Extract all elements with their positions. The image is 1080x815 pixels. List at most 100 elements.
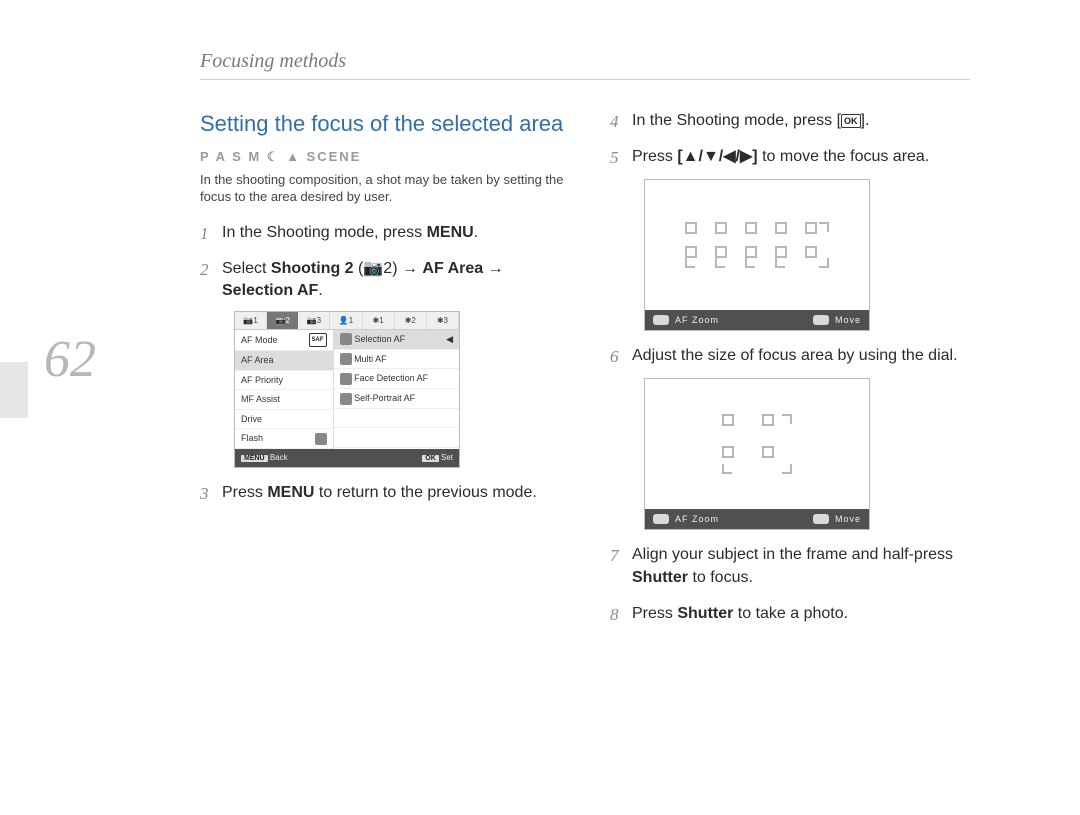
menu-back-label: Back	[268, 453, 288, 462]
menu-item: MF Assist	[235, 390, 333, 410]
move-label: Move	[835, 314, 861, 327]
live-footer: AF Zoom Move	[645, 310, 869, 331]
step-text: Align your subject in the frame and half…	[632, 546, 953, 563]
step-text: Select	[222, 260, 271, 277]
menu-item: Drive	[235, 410, 333, 430]
af-focus-brackets	[685, 222, 829, 268]
step-bold: MENU	[427, 224, 474, 241]
step-bold: Shutter	[632, 569, 688, 586]
step-4: In the Shooting mode, press [OK].	[610, 110, 980, 132]
steps-right: In the Shooting mode, press [OK]. Press …	[610, 110, 980, 626]
menu-left-column: AF Mode SAF AF Area AF Priority MF Assis…	[235, 330, 334, 449]
step-6: Adjust the size of focus area by using t…	[610, 345, 980, 530]
live-canvas	[645, 379, 869, 509]
menu-tab: ✱3	[427, 312, 459, 329]
right-column: In the Shooting mode, press [OK]. Press …	[610, 110, 980, 640]
step-text: In the Shooting mode, press [	[632, 112, 841, 129]
saf-icon: SAF	[309, 333, 327, 347]
step-text: →	[483, 260, 503, 277]
step-text: Press	[222, 484, 267, 501]
menu-item-label: Self-Portrait AF	[354, 393, 415, 403]
manual-page: 62 Focusing methods Setting the focus of…	[0, 0, 1080, 815]
step-text: Adjust the size of focus area by using t…	[632, 347, 958, 364]
step-bold: Shutter	[677, 605, 733, 622]
step-7: Align your subject in the frame and half…	[610, 544, 980, 589]
step-3: Press MENU to return to the previous mod…	[200, 482, 570, 504]
menu-tab: ✱2	[395, 312, 427, 329]
step-text: .	[318, 282, 322, 299]
step-text: to move the focus area.	[758, 148, 930, 165]
menu-tab: 📷3	[298, 312, 330, 329]
menu-tab: ✱1	[363, 312, 395, 329]
menu-tab: 📷1	[235, 312, 267, 329]
af-icon	[340, 353, 352, 365]
check-icon: ◀	[446, 333, 453, 346]
step-text: to return to the previous mode.	[314, 484, 536, 501]
page-title: Setting the focus of the selected area	[200, 110, 570, 139]
menu-item-label: Multi AF	[354, 354, 387, 364]
section-header: Focusing methods	[200, 50, 970, 80]
camera-icon: 📷2	[363, 260, 392, 277]
menu-item-label: Flash	[241, 432, 263, 445]
menu-ok-button-icon: OK	[422, 455, 439, 462]
menu-item-label: Face Detection AF	[354, 373, 428, 383]
menu-right-column: Selection AF ◀ Multi AF Face Detection A…	[334, 330, 459, 449]
steps-left: In the Shooting mode, press MENU. Select…	[200, 222, 570, 505]
menu-item	[334, 428, 459, 448]
menu-item-label: AF Mode	[241, 334, 278, 347]
af-focus-bracket	[722, 414, 792, 474]
step-8: Press Shutter to take a photo.	[610, 603, 980, 625]
dial-icon	[653, 315, 669, 325]
step-5: Press [▲/▼/◀/▶] to move the focus area. …	[610, 146, 980, 331]
move-label: Move	[835, 513, 861, 526]
left-column: Setting the focus of the selected area P…	[200, 110, 570, 640]
dpad-icon	[813, 315, 829, 325]
step-text: In the Shooting mode, press	[222, 224, 427, 241]
af-icon	[340, 373, 352, 385]
dpad-icon	[813, 514, 829, 524]
menu-body: AF Mode SAF AF Area AF Priority MF Assis…	[235, 330, 459, 449]
menu-item: Flash	[235, 429, 333, 449]
menu-tab-active: 📷2	[267, 312, 298, 329]
af-zoom-label: AF Zoom	[675, 513, 719, 526]
intro-paragraph: In the shooting composition, a shot may …	[200, 171, 570, 206]
step-text: Press	[632, 148, 677, 165]
step-bold: Selection AF	[222, 282, 318, 299]
step-2: Select Shooting 2 (📷2) → AF Area → Selec…	[200, 258, 570, 468]
menu-item	[334, 409, 459, 429]
af-icon	[340, 333, 352, 345]
menu-item-label: Selection AF	[355, 333, 406, 346]
menu-screenshot: 📷1 📷2 📷3 👤1 ✱1 ✱2 ✱3 AF Mode	[234, 311, 460, 468]
live-view-single: AF Zoom Move	[644, 378, 870, 531]
menu-item: AF Mode SAF	[235, 330, 333, 351]
step-1: In the Shooting mode, press MENU.	[200, 222, 570, 244]
step-text: .	[474, 224, 478, 241]
live-view-multi: AF Zoom Move	[644, 179, 870, 332]
menu-tabs: 📷1 📷2 📷3 👤1 ✱1 ✱2 ✱3	[235, 312, 459, 330]
flash-icon	[315, 433, 327, 445]
ok-button-icon: OK	[841, 114, 861, 128]
menu-item: Multi AF	[334, 350, 459, 370]
step-bold: MENU	[267, 484, 314, 501]
af-icon	[340, 393, 352, 405]
step-text: to focus.	[688, 569, 753, 586]
menu-item-selected: AF Area	[235, 351, 333, 371]
menu-item: Face Detection AF	[334, 369, 459, 389]
step-text: to take a photo.	[733, 605, 848, 622]
menu-tab: 👤1	[330, 312, 362, 329]
menu-item-selected: Selection AF ◀	[334, 330, 459, 350]
step-text: ].	[861, 112, 870, 129]
step-bold: AF Area	[422, 260, 483, 277]
live-footer: AF Zoom Move	[645, 509, 869, 530]
dial-icon	[653, 514, 669, 524]
content-columns: Setting the focus of the selected area P…	[200, 110, 980, 640]
step-bold: Shooting 2	[271, 260, 354, 277]
menu-footer: MENU Back OK Set	[235, 449, 459, 467]
af-zoom-label: AF Zoom	[675, 314, 719, 327]
live-canvas	[645, 180, 869, 310]
step-text: ) →	[392, 260, 422, 277]
menu-set-label: Set	[439, 453, 453, 462]
menu-item: AF Priority	[235, 371, 333, 391]
menu-back-button-icon: MENU	[241, 455, 268, 462]
page-number: 62	[0, 330, 140, 389]
